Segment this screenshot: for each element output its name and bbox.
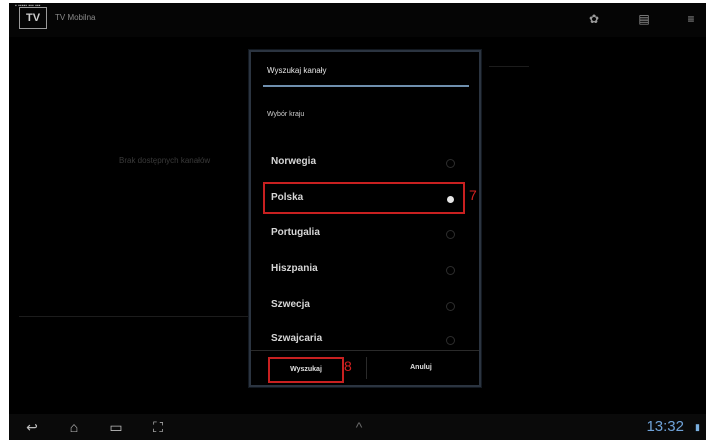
radio-icon[interactable] bbox=[446, 266, 455, 275]
country-item-portugalia[interactable]: Portugalia bbox=[265, 219, 463, 247]
clock: 13:32 bbox=[646, 418, 684, 435]
radio-icon[interactable] bbox=[446, 302, 455, 311]
divider bbox=[19, 316, 259, 317]
radio-icon[interactable] bbox=[446, 230, 455, 239]
country-label: Hiszpania bbox=[271, 263, 318, 274]
tablet-screen: ▪ ▪▪▪▪▪ ▪▪▪ ▪▪▪ TV TV Mobilna ✿ ▤ ≡ Brak… bbox=[9, 3, 706, 440]
home-icon[interactable]: ⌂ bbox=[65, 419, 83, 435]
button-divider bbox=[366, 357, 367, 379]
country-item-szwecja[interactable]: Szwecja bbox=[265, 291, 463, 319]
app-title: TV Mobilna bbox=[55, 13, 96, 22]
country-label: Polska bbox=[271, 192, 304, 203]
system-nav-bar: ↩ ⌂ ▭ ⛶ ^ 13:32 ▮ bbox=[9, 414, 706, 440]
dialog-title: Wyszukaj kanały bbox=[267, 66, 327, 75]
search-channels-dialog: Wyszukaj kanały Wybór kraju Norwegia Pol… bbox=[249, 50, 481, 387]
country-label: Portugalia bbox=[271, 227, 320, 238]
country-label: Szwajcaria bbox=[271, 333, 323, 344]
recent-apps-icon[interactable]: ▭ bbox=[107, 419, 125, 435]
menu-icon[interactable]: ≡ bbox=[684, 12, 698, 26]
country-item-norwegia[interactable]: Norwegia bbox=[265, 148, 463, 176]
annotation-marker: 8 bbox=[344, 358, 352, 374]
radio-icon[interactable] bbox=[446, 159, 455, 168]
dialog-footer: Wyszukaj 8 Anuluj bbox=[251, 350, 479, 385]
back-icon[interactable]: ↩ bbox=[23, 419, 41, 435]
app-logo: TV bbox=[19, 7, 47, 29]
chevron-up-icon[interactable]: ^ bbox=[350, 419, 368, 435]
screenshot-icon[interactable]: ⛶ bbox=[149, 419, 167, 435]
radio-icon[interactable] bbox=[446, 336, 455, 345]
favorites-icon[interactable]: ▤ bbox=[637, 12, 651, 26]
country-label: Szwecja bbox=[271, 299, 310, 310]
country-item-szwajcaria[interactable]: Szwajcaria bbox=[265, 325, 463, 353]
empty-channels-message: Brak dostępnych kanałów bbox=[119, 156, 211, 165]
annotation-marker: 7 bbox=[469, 187, 477, 203]
country-item-hiszpania[interactable]: Hiszpania bbox=[265, 255, 463, 283]
settings-icon[interactable]: ✿ bbox=[587, 12, 601, 26]
cancel-button[interactable]: Anuluj bbox=[381, 357, 461, 379]
battery-icon: ▮ bbox=[695, 422, 700, 432]
country-section-label: Wybór kraju bbox=[267, 111, 305, 118]
title-divider bbox=[263, 85, 469, 87]
search-button[interactable]: Wyszukaj bbox=[268, 357, 344, 383]
action-bar: ▪ ▪▪▪▪▪ ▪▪▪ ▪▪▪ TV TV Mobilna ✿ ▤ ≡ bbox=[9, 3, 706, 37]
divider bbox=[489, 66, 529, 67]
country-item-polska[interactable]: Polska bbox=[263, 182, 465, 214]
country-label: Norwegia bbox=[271, 156, 317, 167]
radio-selected-icon[interactable] bbox=[447, 196, 454, 203]
